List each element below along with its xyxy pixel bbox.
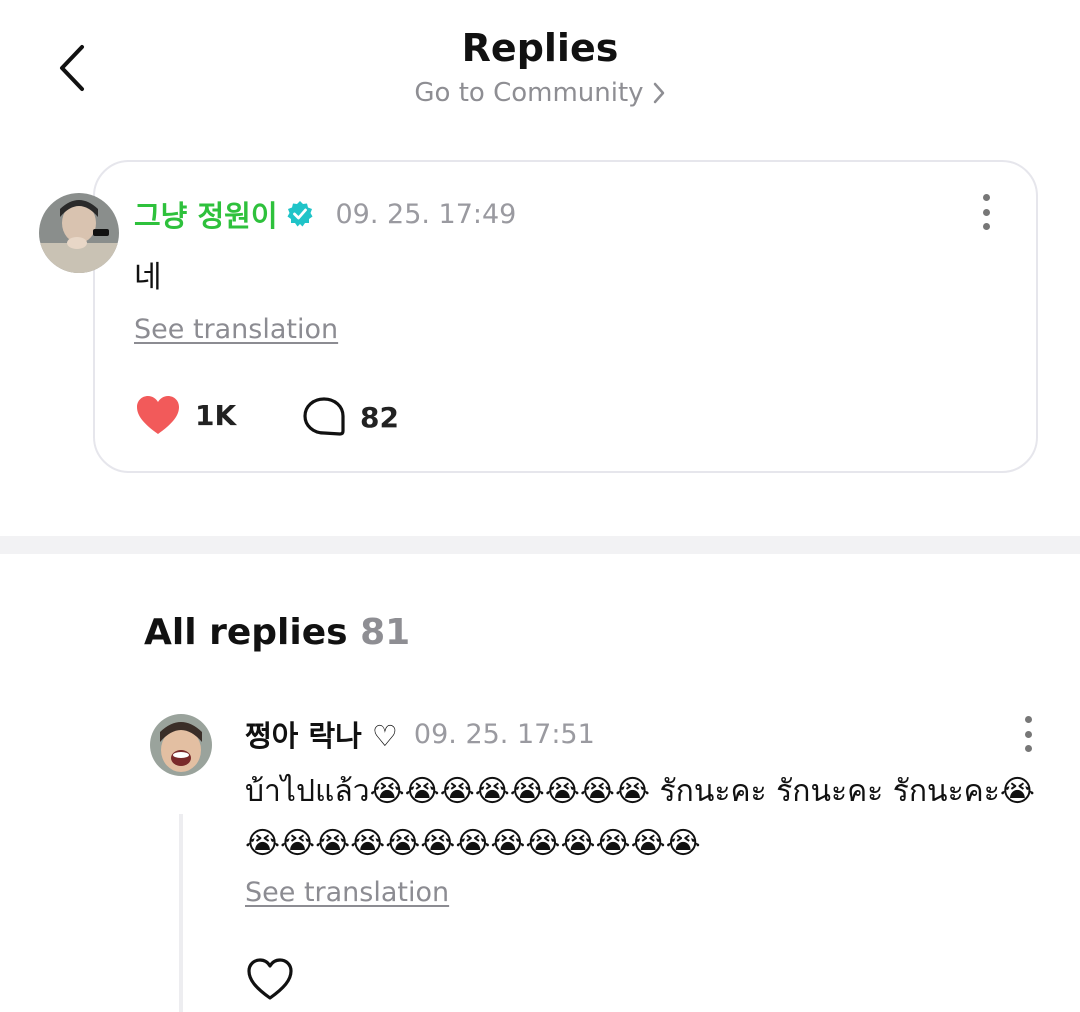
post-author-avatar[interactable]	[39, 193, 119, 273]
post-more-button[interactable]	[976, 194, 996, 230]
more-vertical-icon	[982, 194, 990, 201]
go-to-community-link[interactable]: Go to Community	[0, 78, 1080, 108]
reply-thread-line	[179, 814, 183, 1012]
page-title: Replies	[461, 26, 619, 70]
post-timestamp: 09. 25. 17:49	[335, 198, 517, 230]
more-vertical-icon	[1024, 716, 1032, 723]
heart-outline-icon	[247, 958, 293, 1000]
top-bar: Replies Go to Community	[0, 0, 1080, 140]
post-comment-count: 82	[360, 400, 399, 434]
community-link-label: Go to Community	[414, 78, 644, 108]
comment-bubble-icon	[303, 397, 345, 436]
reply-see-translation-link[interactable]: See translation	[245, 877, 449, 908]
post-author-name[interactable]: 그냥 정원이	[134, 193, 278, 235]
post-author-row: 그냥 정원이 09. 25. 17:49	[134, 194, 516, 234]
replies-heading: All replies 81	[144, 612, 410, 653]
reply-body-text: บ้าไปแล้ว😭😭😭😭😭😭😭😭 รักนะคะ รักนะคะ รักนะค…	[245, 774, 1035, 861]
verified-badge-icon	[287, 201, 312, 227]
post-like-count: 1K	[195, 398, 237, 432]
post-like-button[interactable]: 1K	[135, 394, 236, 436]
reply-like-button[interactable]	[245, 956, 295, 1006]
reply-author-name[interactable]: 쩡아 락나 ♡	[245, 713, 398, 755]
reply-more-button[interactable]	[1018, 716, 1038, 752]
reply-timestamp: 09. 25. 17:51	[413, 718, 595, 750]
section-divider	[0, 536, 1080, 554]
reply-author-row: 쩡아 락나 ♡ 09. 25. 17:51	[245, 714, 595, 754]
post-see-translation-link[interactable]: See translation	[134, 314, 338, 345]
post-body-text: 네	[134, 260, 162, 295]
post-comment-button[interactable]: 82	[302, 396, 399, 438]
heart-filled-icon	[137, 396, 179, 434]
reply-author-avatar[interactable]	[150, 714, 212, 776]
replies-heading-label: All replies	[144, 612, 348, 653]
replies-count: 81	[360, 612, 411, 653]
chevron-right-icon	[653, 82, 664, 104]
